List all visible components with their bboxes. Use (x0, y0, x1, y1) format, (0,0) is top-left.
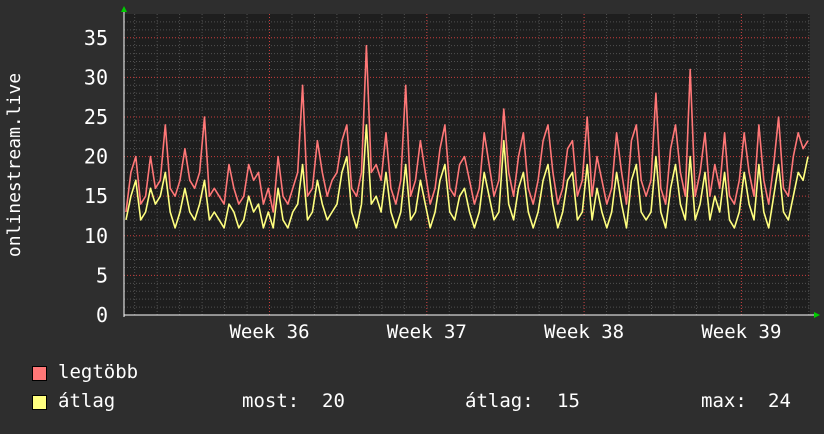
y-axis-label: onlinestream.live (4, 73, 25, 257)
stat-avg-value: 15 (557, 390, 580, 412)
x-tick-label: Week 37 (387, 321, 467, 343)
x-tick-label: Week 36 (229, 321, 309, 343)
stat-max-key: max: (701, 390, 747, 412)
y-tick-label: 10 (84, 224, 108, 248)
y-tick-label: 25 (84, 105, 108, 129)
stat-max-value: 24 (768, 390, 791, 412)
y-tick-label: 0 (96, 303, 108, 327)
legend-label-avg: átlag (58, 390, 116, 412)
x-axis-arrow (814, 312, 820, 318)
stat-avg-key: átlag: (465, 390, 534, 412)
y-tick-label: 20 (84, 145, 108, 169)
y-axis-arrow (121, 6, 127, 12)
y-tick-label: 35 (84, 26, 108, 50)
legend-label-max: legtöbb (58, 361, 139, 383)
y-tick-label: 5 (96, 263, 108, 287)
y-tick-label: 30 (84, 65, 108, 89)
x-tick-label: Week 39 (701, 321, 781, 343)
y-tick-label: 15 (84, 184, 108, 208)
stat-now-key: most: (242, 390, 300, 412)
legend-swatch-max (32, 366, 47, 381)
x-tick-label: Week 38 (544, 321, 624, 343)
stat-now-value: 20 (322, 390, 345, 412)
legend-swatch-avg (32, 395, 47, 410)
